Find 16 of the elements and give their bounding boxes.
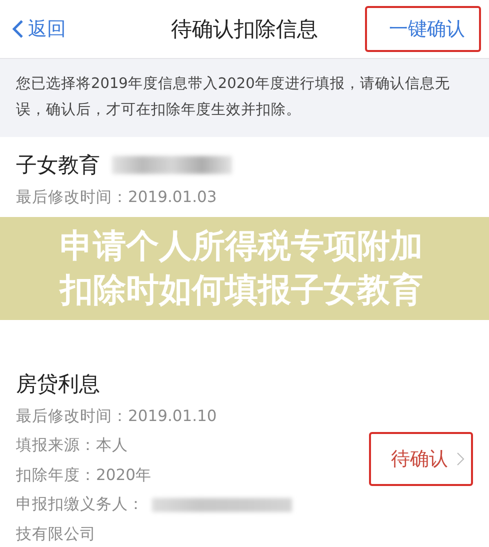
detail-text: 填报来源：本人 [16,435,128,456]
item-title: 房贷利息 [16,370,100,398]
detail-text: 扣除年度：2020年 [16,464,152,486]
detail-text: 最后修改时间：2019.01.03 [16,187,217,208]
back-chevron-icon [12,19,24,39]
detail-text: 技有限公司 [16,524,96,544]
detail-text: 申报扣缴义务人： [16,494,144,515]
confirm-all-button[interactable]: 一键确认 [365,6,481,52]
notice-text: 您已选择将2019年度信息带入2020年度进行填报，请确认信息无误，确认后，才可在扣除年度生效并扣除。 [0,59,489,137]
pending-confirm-button[interactable]: 待确认 [369,432,473,486]
item-title: 子女教育 [16,152,100,179]
page-title: 待确认扣除信息 [171,17,318,41]
detail-text: 最后修改时间：2019.01.10 [16,406,217,426]
headline-text: 扣除时如何填报子女教育 [60,269,423,311]
back-button[interactable]: 返回 [12,16,66,42]
headline-text: 申请个人所得税专项附加 [60,225,423,267]
